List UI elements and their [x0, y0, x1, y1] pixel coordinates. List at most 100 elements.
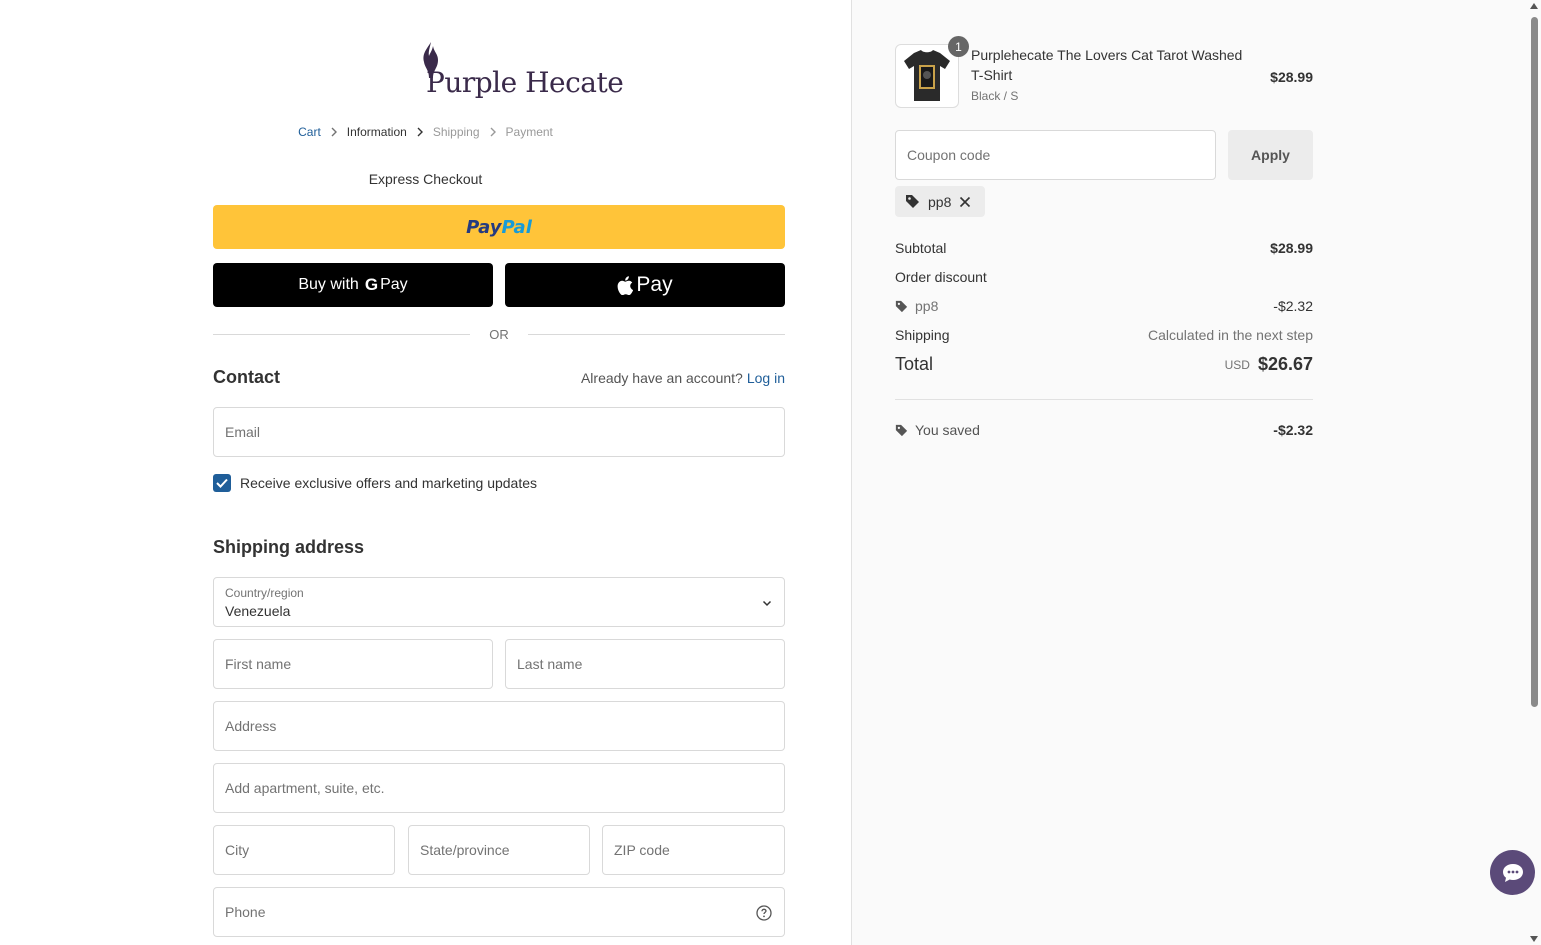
chevron-right-icon — [490, 127, 496, 137]
country-select[interactable]: Country/region Venezuela — [213, 577, 785, 627]
apartment-field[interactable] — [213, 763, 785, 813]
breadcrumb-shipping: Shipping — [432, 125, 480, 139]
chevron-right-icon — [417, 127, 423, 137]
apple-pay-button[interactable]: Pay — [505, 263, 785, 307]
store-logo[interactable]: Purple Hecate — [420, 42, 624, 104]
order-discount-label: Order discount — [895, 269, 987, 285]
page-scrollbar[interactable] — [1527, 0, 1541, 945]
divider-line — [213, 333, 470, 335]
total-row: Total USD $26.67 — [895, 354, 1313, 375]
google-g-icon: G — [364, 275, 379, 294]
subtotal-label: Subtotal — [895, 240, 947, 256]
discount-code-label: pp8 — [895, 298, 938, 314]
chat-widget-button[interactable] — [1490, 850, 1535, 895]
marketing-checkbox[interactable] — [213, 474, 231, 492]
applied-coupon-code: pp8 — [928, 193, 952, 210]
shipping-row: Shipping Calculated in the next step — [895, 327, 1313, 343]
gpay-prefix: Buy with — [298, 276, 359, 293]
country-value: Venezuela — [225, 603, 291, 619]
chat-bubble-icon — [1502, 863, 1523, 882]
google-pay-button[interactable]: Buy with G Pay — [213, 263, 493, 307]
login-link[interactable]: Log in — [747, 370, 785, 386]
scroll-thumb[interactable] — [1531, 17, 1538, 707]
product-thumbnail: 1 — [895, 36, 969, 108]
shipping-value: Calculated in the next step — [1148, 327, 1313, 343]
apay-label: Pay — [636, 273, 673, 296]
quantity-badge: 1 — [948, 36, 969, 57]
currency-code: USD — [1224, 357, 1250, 372]
discount-value: -$2.32 — [1273, 298, 1313, 314]
total-amount: USD $26.67 — [1225, 354, 1313, 375]
email-input[interactable] — [214, 408, 784, 456]
logo-wordmark: Purple Hecate — [426, 66, 624, 99]
state-input[interactable] — [409, 826, 589, 874]
savings-text: You saved — [915, 422, 980, 438]
coupon-input[interactable] — [896, 131, 1215, 179]
tag-icon — [895, 424, 908, 436]
subtotal-value: $28.99 — [1270, 240, 1313, 256]
or-text: OR — [489, 326, 509, 342]
apartment-input[interactable] — [214, 764, 784, 812]
state-field[interactable] — [408, 825, 590, 875]
remove-coupon-button[interactable] — [959, 196, 971, 208]
scroll-up-arrow-icon[interactable] — [1530, 3, 1538, 9]
close-icon — [960, 196, 971, 207]
checkout-main: Purple Hecate Cart Information Shipping … — [0, 0, 851, 945]
order-discount-row: Order discount — [895, 269, 1313, 285]
scroll-down-arrow-icon[interactable] — [1530, 936, 1538, 942]
chevron-right-icon — [331, 127, 337, 137]
zip-input[interactable] — [603, 826, 784, 874]
last-name-input[interactable] — [506, 640, 784, 688]
help-circle-icon[interactable] — [756, 905, 772, 921]
chevron-down-icon — [762, 600, 772, 607]
total-value: $26.67 — [1257, 354, 1313, 374]
savings-value: -$2.32 — [1273, 422, 1313, 438]
marketing-label: Receive exclusive offers and marketing u… — [240, 475, 538, 491]
tag-icon — [895, 300, 908, 312]
shipping-label: Shipping — [895, 327, 950, 343]
zip-field[interactable] — [602, 825, 785, 875]
product-variant: Black / S — [971, 89, 1019, 103]
or-divider: OR — [213, 325, 785, 343]
marketing-optin[interactable]: Receive exclusive offers and marketing u… — [213, 474, 537, 492]
address-input[interactable] — [214, 702, 784, 750]
email-field[interactable] — [213, 407, 785, 457]
paypal-button[interactable]: Pay Pal — [213, 205, 785, 249]
paypal-label-pal: Pal — [501, 216, 532, 238]
divider-line — [528, 333, 785, 335]
breadcrumb-cart[interactable]: Cart — [298, 125, 321, 139]
total-label: Total — [895, 354, 934, 374]
product-price: $28.99 — [1270, 69, 1313, 85]
shipping-heading: Shipping address — [213, 537, 365, 557]
first-name-field[interactable] — [213, 639, 493, 689]
phone-input[interactable] — [214, 888, 784, 936]
breadcrumb-payment: Payment — [505, 125, 553, 139]
city-input[interactable] — [214, 826, 394, 874]
checkmark-icon — [216, 478, 228, 488]
breadcrumb-information: Information — [346, 125, 407, 139]
contact-heading: Contact — [213, 367, 280, 387]
applied-coupon-chip: pp8 — [895, 186, 985, 217]
tshirt-image — [904, 50, 950, 101]
apple-icon — [618, 275, 634, 295]
address-field[interactable] — [213, 701, 785, 751]
savings-label: You saved — [895, 422, 980, 438]
gpay-label: Pay — [380, 276, 408, 293]
apply-coupon-button[interactable]: Apply — [1228, 130, 1313, 180]
coupon-field[interactable] — [895, 130, 1216, 180]
account-prompt-text: Already have an account? — [580, 370, 743, 386]
tag-icon — [906, 195, 919, 208]
subtotal-row: Subtotal $28.99 — [895, 240, 1313, 256]
city-field[interactable] — [213, 825, 395, 875]
express-checkout-title: Express Checkout — [368, 171, 483, 187]
account-prompt: Already have an account? Log in — [581, 370, 785, 386]
paypal-label-pay: Pay — [466, 216, 502, 238]
first-name-input[interactable] — [214, 640, 492, 688]
discount-code-row: pp8 -$2.32 — [895, 298, 1313, 314]
last-name-field[interactable] — [505, 639, 785, 689]
breadcrumb: Cart Information Shipping Payment — [0, 125, 851, 139]
summary-divider — [895, 399, 1313, 400]
country-label: Country/region — [225, 586, 304, 600]
discount-code-text: pp8 — [915, 298, 939, 314]
phone-field[interactable] — [213, 887, 785, 937]
